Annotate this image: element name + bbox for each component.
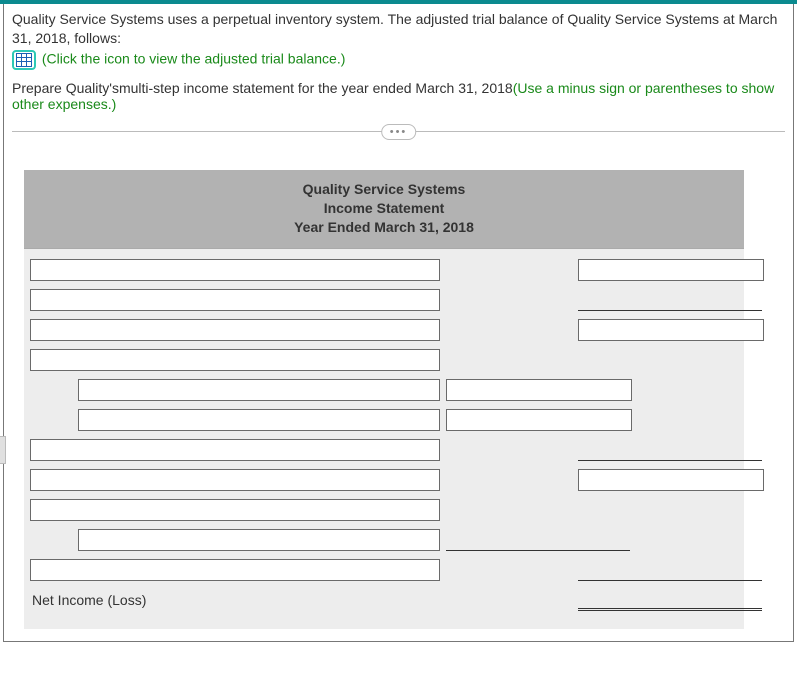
company-name: Quality Service Systems xyxy=(24,181,744,197)
net-income-label: Net Income (Loss) xyxy=(30,592,440,608)
question-intro: Quality Service Systems uses a perpetual… xyxy=(12,10,785,48)
line-9-label[interactable] xyxy=(30,499,440,521)
line-7-amount-underline[interactable] xyxy=(578,439,762,461)
task-instruction: Prepare Quality'smulti-step income state… xyxy=(12,80,785,112)
line-2-label[interactable] xyxy=(30,289,440,311)
line-5-amount-mid[interactable] xyxy=(446,379,632,401)
expand-pill[interactable]: ••• xyxy=(381,124,417,140)
line-2-amount-underline[interactable] xyxy=(578,289,762,311)
line-6-label-indent[interactable] xyxy=(78,409,440,431)
line-7-label[interactable] xyxy=(30,439,440,461)
table-icon xyxy=(16,53,32,67)
line-10-label-indent[interactable] xyxy=(78,529,440,551)
line-10-amount-underline[interactable] xyxy=(446,529,630,551)
line-1-amount[interactable] xyxy=(578,259,764,281)
separator: ••• xyxy=(12,122,785,140)
line-6-amount-mid[interactable] xyxy=(446,409,632,431)
income-statement-worksheet: Quality Service Systems Income Statement… xyxy=(24,170,744,629)
trial-balance-link[interactable]: (Click the icon to view the adjusted tri… xyxy=(42,50,345,66)
line-4-label[interactable] xyxy=(30,349,440,371)
question-panel: Quality Service Systems uses a perpetual… xyxy=(3,4,794,642)
line-8-label[interactable] xyxy=(30,469,440,491)
statement-period: Year Ended March 31, 2018 xyxy=(24,219,744,235)
line-11-amount-underline[interactable] xyxy=(578,559,762,581)
line-5-label-indent[interactable] xyxy=(78,379,440,401)
line-3-amount[interactable] xyxy=(578,319,764,341)
net-income-amount[interactable] xyxy=(578,589,762,611)
line-3-label[interactable] xyxy=(30,319,440,341)
trial-balance-icon-button[interactable] xyxy=(12,50,36,70)
side-tab[interactable] xyxy=(0,436,6,464)
line-1-label[interactable] xyxy=(30,259,440,281)
line-8-amount[interactable] xyxy=(578,469,764,491)
line-11-label[interactable] xyxy=(30,559,440,581)
worksheet-header: Quality Service Systems Income Statement… xyxy=(24,170,744,249)
statement-title: Income Statement xyxy=(24,200,744,216)
